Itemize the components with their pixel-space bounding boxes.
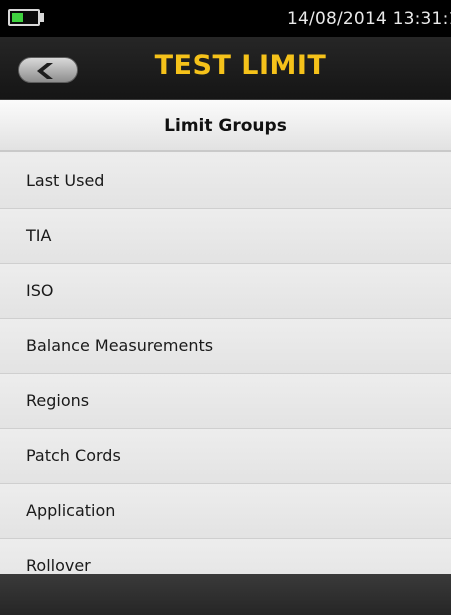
list-item-patch-cords[interactable]: Patch Cords — [0, 429, 451, 484]
section-title: Limit Groups — [164, 116, 287, 136]
list-item-balance-measurements[interactable]: Balance Measurements — [0, 319, 451, 374]
list-item-application[interactable]: Application — [0, 484, 451, 539]
list-item-last-used[interactable]: Last Used — [0, 154, 451, 209]
list-item-label: Balance Measurements — [26, 336, 214, 355]
list-item-label: Application — [26, 501, 116, 520]
title-bar: TEST LIMIT — [0, 37, 451, 100]
list-item-label: TIA — [26, 226, 52, 245]
limit-groups-list: Last Used TIA ISO Balance Measurements R… — [0, 154, 451, 574]
section-header: Limit Groups — [0, 100, 451, 152]
list-item-label: Rollover — [26, 556, 91, 574]
list-item-label: Last Used — [26, 171, 105, 190]
list-item-regions[interactable]: Regions — [0, 374, 451, 429]
status-bar: 14/08/2014 13:31:1 — [0, 0, 451, 37]
list-item-tia[interactable]: TIA — [0, 209, 451, 264]
battery-tip — [40, 13, 44, 22]
battery-level — [12, 13, 23, 22]
battery-icon — [8, 9, 40, 26]
page-title: TEST LIMIT — [154, 50, 327, 81]
list-item-label: Patch Cords — [26, 446, 121, 465]
list-item-label: Regions — [26, 391, 90, 410]
datetime: 14/08/2014 13:31:1 — [287, 9, 451, 29]
list-item-iso[interactable]: ISO — [0, 264, 451, 319]
list-item-label: ISO — [26, 281, 54, 300]
list-item-rollover[interactable]: Rollover — [0, 539, 451, 574]
test-limit-screen: 14/08/2014 13:31:1 TEST LIMIT Limit Grou… — [0, 0, 451, 615]
bottom-bar — [0, 574, 451, 615]
